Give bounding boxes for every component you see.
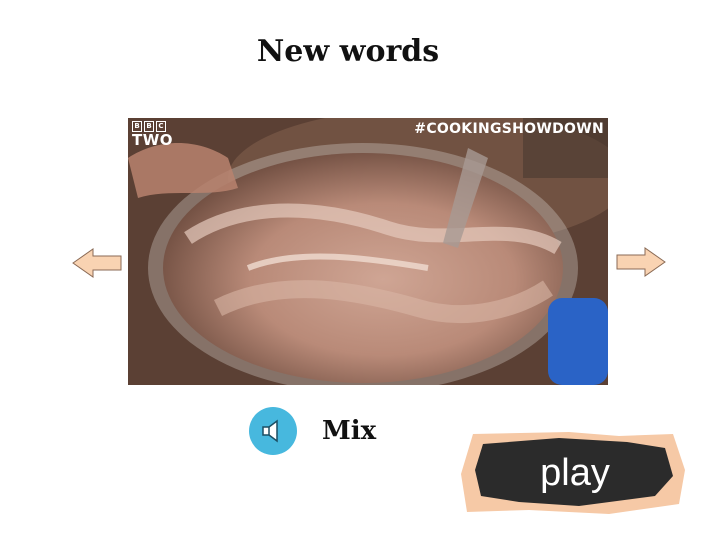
next-arrow-button[interactable] [615,246,667,282]
audio-button[interactable] [249,407,297,455]
channel-logo: B B C TWO [132,121,173,148]
arrow-right-icon [616,247,666,277]
vocab-word: Mix [322,416,377,446]
previous-arrow-button[interactable] [71,247,123,283]
play-button[interactable]: play [459,430,687,516]
video-still [128,118,608,385]
video-frame[interactable]: B B C TWO #COOKINGSHOWDOWN [128,118,608,385]
hashtag-overlay: #COOKINGSHOWDOWN [414,121,604,137]
speaker-icon [262,419,278,443]
channel-name: TWO [132,131,174,149]
page-title: New words [256,34,440,69]
arrow-left-icon [72,248,122,278]
play-label: play [540,451,610,494]
